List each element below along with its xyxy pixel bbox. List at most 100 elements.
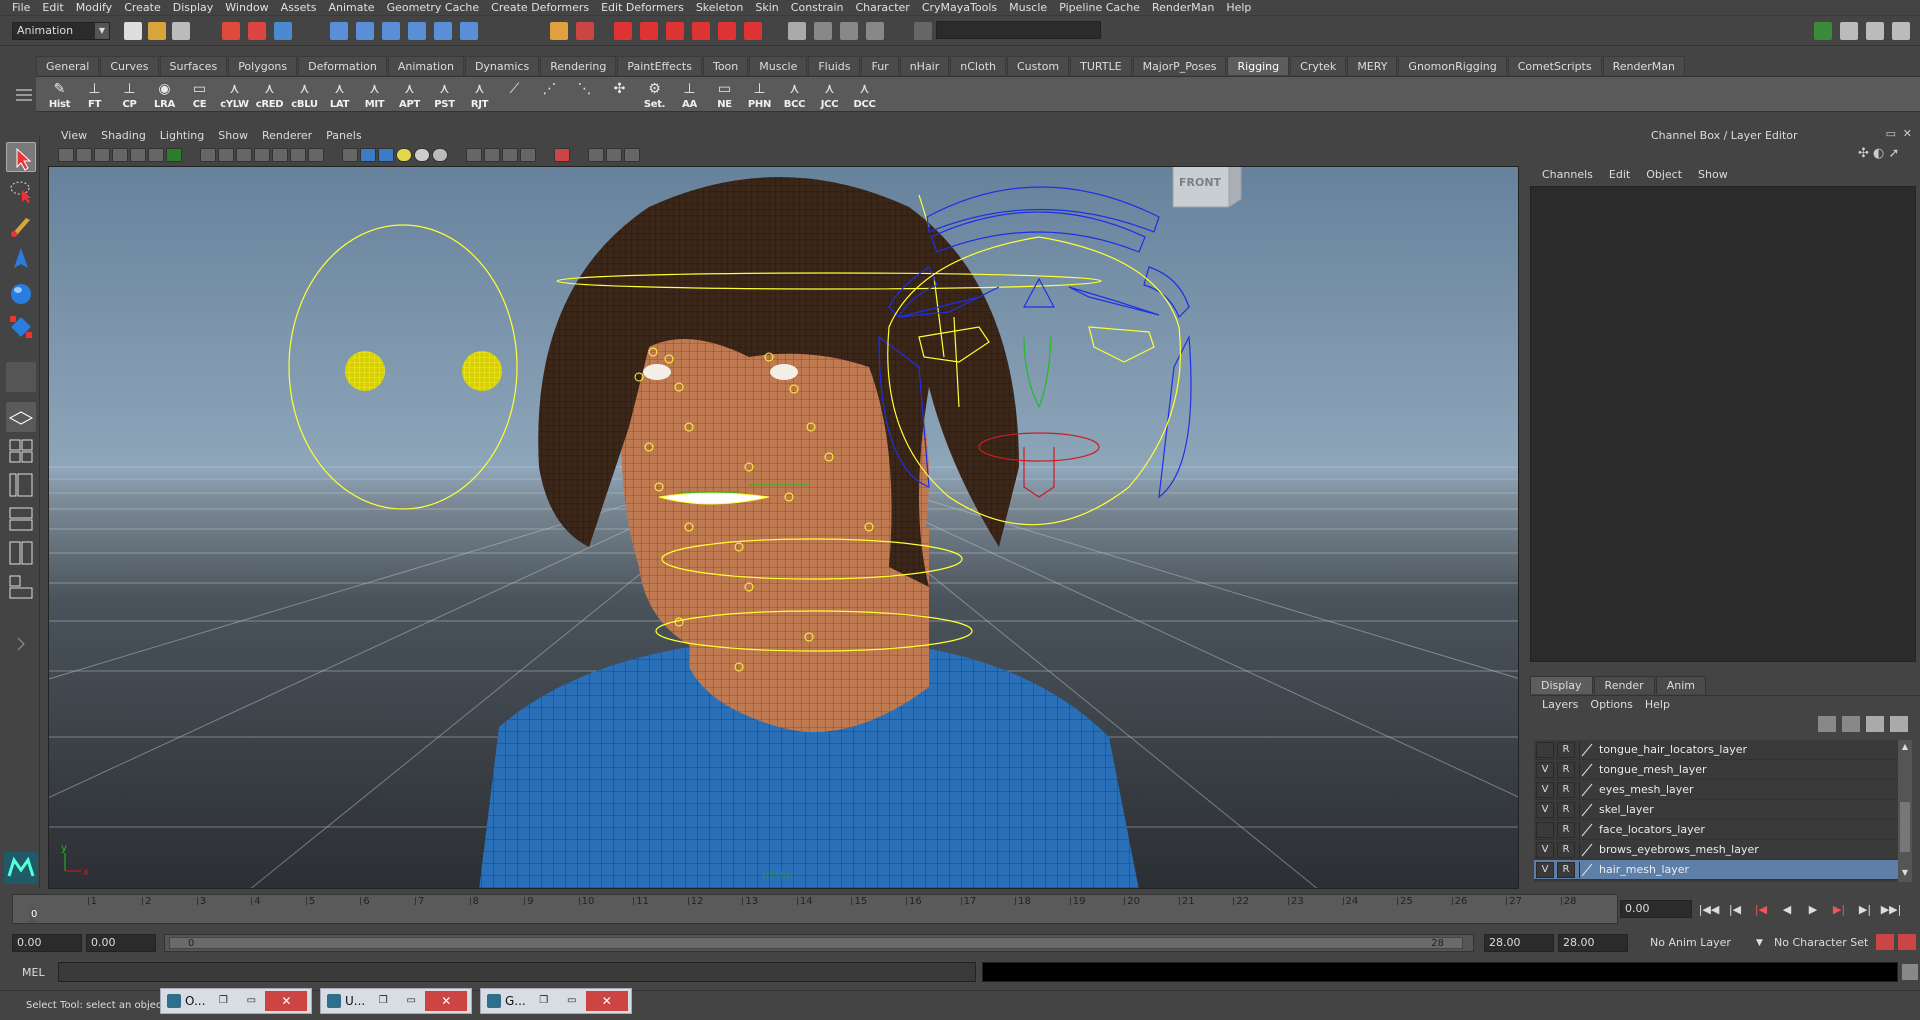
batch-render-icon[interactable]: [744, 22, 762, 40]
anti-aliasing-icon[interactable]: [520, 148, 536, 162]
hypershade-icon[interactable]: [692, 22, 710, 40]
shelf-button-jcc[interactable]: ⋏ JCC: [814, 77, 845, 111]
range-slider[interactable]: 0 28: [164, 934, 1474, 952]
restore-icon[interactable]: ❐: [213, 992, 233, 1010]
go-to-end-icon[interactable]: ▶▶|: [1880, 901, 1902, 919]
current-time-field[interactable]: 0.00: [1620, 900, 1692, 918]
layer-color-swatch[interactable]: [1579, 821, 1593, 838]
shelf-tab-deformation[interactable]: Deformation: [298, 56, 387, 75]
bookmark-icon[interactable]: [94, 148, 110, 162]
snap-live-icon[interactable]: [434, 22, 452, 40]
quick-select-field[interactable]: [936, 21, 1101, 39]
channel-box-menu-show[interactable]: Show: [1690, 166, 1736, 184]
animation-preferences-icon[interactable]: [1898, 934, 1916, 950]
ipr-render-icon[interactable]: [640, 22, 658, 40]
shelf-button-ft[interactable]: ⊥ FT: [79, 77, 110, 111]
shelf-button-cred[interactable]: ⋏ cRED: [254, 77, 285, 111]
shelf-tab-muscle[interactable]: Muscle: [749, 56, 808, 75]
safe-action-icon[interactable]: [272, 148, 288, 162]
input-mode-icon[interactable]: [914, 22, 932, 40]
scale-tool-icon[interactable]: [6, 312, 36, 342]
menu-crymayatools[interactable]: CryMayaTools: [916, 0, 1003, 16]
select-tool-icon[interactable]: [6, 142, 36, 172]
image-plane-icon[interactable]: [112, 148, 128, 162]
shelf-tab-rigging[interactable]: Rigging: [1227, 56, 1290, 75]
layout-split-icon[interactable]: [6, 572, 36, 602]
viewport-menu-panels[interactable]: Panels: [319, 129, 368, 142]
layer-display-type-toggle[interactable]: R: [1557, 841, 1575, 858]
shelf-button-cylw[interactable]: ⋏ cYLW: [219, 77, 250, 111]
render-settings-icon[interactable]: [666, 22, 684, 40]
minimized-window-2[interactable]: U... ❐ ▭ ✕: [320, 988, 472, 1014]
channel-box-menu-edit[interactable]: Edit: [1601, 166, 1638, 184]
pin-icon[interactable]: ➚: [1889, 146, 1900, 161]
go-to-start-icon[interactable]: |◀◀: [1698, 901, 1720, 919]
layout-toggle-icon[interactable]: [1814, 22, 1832, 40]
play-forward-icon[interactable]: ▶: [1802, 901, 1824, 919]
shelf-tab-curves[interactable]: Curves: [100, 56, 159, 75]
layout-outliner-icon[interactable]: [6, 470, 36, 500]
layer-row[interactable]: Rtongue_hair_locators_layer: [1534, 740, 1898, 760]
lasso-tool-icon[interactable]: [6, 176, 36, 206]
shelf-tab-polygons[interactable]: Polygons: [228, 56, 298, 75]
layout-single-icon[interactable]: [6, 402, 36, 432]
menu-pipeline-cache[interactable]: Pipeline Cache: [1053, 0, 1146, 16]
layer-row[interactable]: V Rhair_mesh_layer: [1534, 860, 1898, 880]
viewport-menu-shading[interactable]: Shading: [94, 129, 153, 142]
menu-constrain[interactable]: Constrain: [785, 0, 850, 16]
use-all-lights-icon[interactable]: [432, 148, 448, 162]
xray-icon[interactable]: [588, 148, 604, 162]
layer-color-swatch[interactable]: [1579, 841, 1593, 858]
layer-display-type-toggle[interactable]: R: [1557, 781, 1575, 798]
wireframe-on-shaded-icon[interactable]: [378, 148, 394, 162]
menu-assets[interactable]: Assets: [275, 0, 323, 16]
menu-modify[interactable]: Modify: [70, 0, 118, 16]
attribute-editor-toggle-icon[interactable]: [1840, 22, 1858, 40]
film-gate-icon[interactable]: [200, 148, 216, 162]
create-empty-layer-icon[interactable]: [1866, 716, 1884, 732]
shelf-tab-crytek[interactable]: Crytek: [1290, 56, 1347, 75]
input-ops-icon[interactable]: [576, 22, 594, 40]
viewport-menu-renderer[interactable]: Renderer: [255, 129, 319, 142]
new-scene-icon[interactable]: [124, 22, 142, 40]
menu-muscle[interactable]: Muscle: [1003, 0, 1053, 16]
shelf-tab-surfaces[interactable]: Surfaces: [159, 56, 228, 75]
layer-menu-options[interactable]: Options: [1584, 696, 1638, 713]
playback-start-field[interactable]: 0.00: [86, 934, 156, 952]
shelf-menu-icon[interactable]: [16, 86, 32, 106]
channel-box-menu-channels[interactable]: Channels: [1534, 166, 1601, 184]
time-slider[interactable]: 1 2 3 4 5 6 7 8 9 10 11 12 13 14 15 16 17 18 19 20 21 22 23 24 2…: [12, 894, 1618, 924]
shelf-button-joint-tool[interactable]: ⋰: [534, 77, 565, 111]
rotate-tool-icon[interactable]: [6, 278, 36, 308]
snap-point-icon[interactable]: [382, 22, 400, 40]
save-scene-icon[interactable]: [172, 22, 190, 40]
channel-box-panel[interactable]: [1530, 186, 1916, 662]
attribute-icon[interactable]: [840, 22, 858, 40]
shading-toggle-icon[interactable]: ◐: [1873, 146, 1884, 161]
layout-hypershade-icon[interactable]: [6, 538, 36, 568]
motion-blur-icon[interactable]: [502, 148, 518, 162]
grid-icon[interactable]: [166, 148, 182, 162]
smooth-shade-icon[interactable]: [360, 148, 376, 162]
menu-create[interactable]: Create: [118, 0, 167, 16]
open-scene-icon[interactable]: [148, 22, 166, 40]
command-input[interactable]: [58, 962, 976, 982]
shelf-tab-toon[interactable]: Toon: [702, 56, 749, 75]
layer-row[interactable]: V Rbrows_eyebrows_mesh_layer: [1534, 840, 1898, 860]
shelf-button-dcc[interactable]: ⋏ DCC: [849, 77, 880, 111]
command-language-label[interactable]: MEL: [22, 966, 45, 979]
snap-surface-icon[interactable]: [460, 22, 478, 40]
maximize-icon[interactable]: ▭: [401, 992, 421, 1010]
snap-grid-icon[interactable]: [330, 22, 348, 40]
shelf-button-lra[interactable]: ◉ LRA: [149, 77, 180, 111]
channel-box-menu-object[interactable]: Object: [1638, 166, 1690, 184]
maximize-icon[interactable]: ▭: [562, 992, 582, 1010]
layer-display-type-toggle[interactable]: R: [1557, 861, 1575, 878]
menu-geometry-cache[interactable]: Geometry Cache: [381, 0, 486, 16]
scroll-thumb[interactable]: [1900, 802, 1910, 852]
camera-attributes-icon[interactable]: [76, 148, 92, 162]
layer-list-scrollbar[interactable]: ▲ ▼: [1898, 740, 1912, 882]
menu-animate[interactable]: Animate: [322, 0, 380, 16]
tab-display[interactable]: Display: [1530, 676, 1593, 694]
shelf-tab-dynamics[interactable]: Dynamics: [464, 56, 540, 75]
